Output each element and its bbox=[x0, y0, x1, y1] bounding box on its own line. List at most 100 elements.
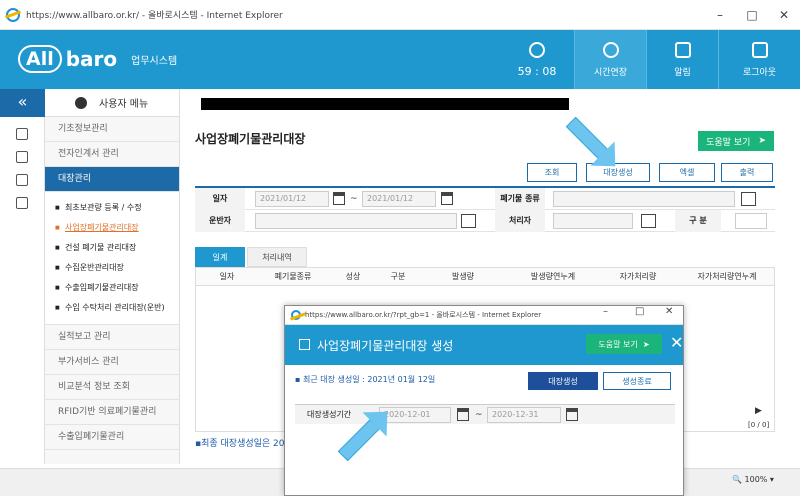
calendar-icon[interactable] bbox=[333, 192, 345, 205]
date-label: 일자 bbox=[195, 188, 245, 210]
zoom-level[interactable]: 🔍 100% ▾ bbox=[732, 475, 774, 484]
submenu-import-consignment[interactable]: 수입 수탁처리 관리대장(운반) bbox=[45, 298, 179, 318]
user-card-icon[interactable] bbox=[16, 128, 28, 140]
excel-button[interactable]: 엑셀 bbox=[659, 163, 715, 182]
popup-maximize-button[interactable]: □ bbox=[635, 306, 644, 317]
sidebar-item-ledger[interactable]: 대장관리 bbox=[45, 167, 179, 192]
submenu-site-waste-ledger[interactable]: 사업장폐기물관리대장 bbox=[45, 218, 179, 238]
column-header: 발생량 bbox=[451, 272, 475, 281]
help-label: 도움말 보기 bbox=[706, 137, 751, 148]
extend-time-label: 시간연장 bbox=[593, 67, 628, 78]
zoom-value: 100% bbox=[744, 475, 768, 484]
calendar-icon[interactable] bbox=[457, 408, 469, 421]
disk-icon[interactable] bbox=[16, 174, 28, 186]
sidebar-item-e-transfer[interactable]: 전자인계서 관리 bbox=[45, 142, 179, 167]
collapse-sidebar-button[interactable]: « bbox=[0, 89, 45, 117]
range-tilde: ~ bbox=[350, 194, 358, 204]
date-to-input[interactable]: 2021/01/12 bbox=[362, 191, 436, 207]
sidebar-item-rfid[interactable]: RFID기반 의료폐기물관리 bbox=[45, 400, 179, 425]
sidebar-icon-rail: « bbox=[0, 89, 45, 464]
user-menu-header: 사용자 메뉴 bbox=[45, 89, 179, 117]
search-popup-icon[interactable] bbox=[741, 192, 756, 206]
extend-time-button[interactable]: 시간연장 bbox=[574, 30, 646, 89]
ledger-submenu: 최초보관량 등록 / 수정 사업장폐기물관리대장 건설 폐기물 관리대장 수집운… bbox=[45, 192, 179, 325]
carrier-input[interactable] bbox=[255, 213, 457, 229]
alarm-button[interactable]: 알림 bbox=[646, 30, 718, 89]
popup-create-button[interactable]: 대장생성 bbox=[528, 372, 598, 390]
search-button[interactable]: 조회 bbox=[527, 163, 577, 182]
sidebar-item-performance[interactable]: 실적보고 관리 bbox=[45, 325, 179, 350]
folder-icon[interactable] bbox=[16, 197, 28, 209]
ie-icon bbox=[6, 7, 20, 22]
ie-icon bbox=[291, 310, 301, 320]
tab-history[interactable]: 처리내역 bbox=[247, 247, 307, 267]
sidebar-item-basic-info[interactable]: 기초정보관리 bbox=[45, 117, 179, 142]
popup-finish-button[interactable]: 생성종료 bbox=[603, 372, 671, 390]
brand-mark: All bbox=[18, 45, 62, 73]
user-menu-title: 사용자 메뉴 bbox=[99, 99, 149, 110]
sidebar-item-compare[interactable]: 비교분석 정보 조회 bbox=[45, 375, 179, 400]
logout-icon bbox=[751, 41, 768, 58]
calendar-icon[interactable] bbox=[441, 192, 453, 205]
column-header: 구분 bbox=[390, 272, 406, 281]
brand-word: baro bbox=[65, 47, 118, 71]
minimize-button[interactable]: – bbox=[704, 0, 736, 30]
maximize-button[interactable]: □ bbox=[736, 0, 768, 30]
print-button[interactable]: 출력 bbox=[721, 163, 773, 182]
popup-header: 사업장폐기물관리대장 생성 도움말 보기 ➤ ✕ bbox=[285, 325, 683, 365]
submenu-construction-waste[interactable]: 건설 폐기물 관리대장 bbox=[45, 238, 179, 258]
column-header: 자가처리량연누계 bbox=[697, 272, 757, 281]
phone-icon bbox=[674, 41, 691, 58]
page-title: 사업장폐기물관리대장 bbox=[195, 132, 306, 146]
column-header: 자가처리량 bbox=[619, 272, 657, 281]
menu-icon bbox=[75, 96, 87, 109]
logout-label: 로그아웃 bbox=[742, 67, 777, 78]
sidebar-menu: 사용자 메뉴 기초정보관리 전자인계서 관리 대장관리 최초보관량 등록 / 수… bbox=[45, 89, 180, 464]
help-button[interactable]: 도움말 보기 ➤ bbox=[698, 131, 774, 151]
record-count: [0 / 0] bbox=[748, 421, 770, 429]
guide-arrow bbox=[565, 116, 609, 160]
popup-browser-title: https://www.allbaro.or.kr/?rpt_gb=1 - 올바… bbox=[305, 311, 542, 319]
timer-value: 59 : 08 bbox=[517, 64, 557, 78]
cursor-icon: ➤ bbox=[642, 339, 650, 349]
column-header: 발생량연누계 bbox=[530, 272, 576, 281]
date-from-input[interactable]: 2021/01/12 bbox=[255, 191, 329, 207]
popup-close-icon[interactable]: ✕ bbox=[670, 333, 683, 352]
tab-daily[interactable]: 일계 bbox=[195, 247, 245, 267]
period-row: 대장생성기간 2020-12-01 ~ 2020-12-31 bbox=[295, 404, 675, 424]
clock-icon bbox=[602, 41, 619, 58]
column-header: 폐기물종류 bbox=[274, 272, 312, 281]
processor-input[interactable] bbox=[553, 213, 633, 229]
sidebar-item-import-export[interactable]: 수출입폐기물관리 bbox=[45, 425, 179, 450]
waste-type-label: 폐기물 종류 bbox=[495, 188, 545, 210]
logout-button[interactable]: 로그아웃 bbox=[718, 30, 800, 89]
search-form: 일자 2021/01/12 ~ 2021/01/12 폐기물 종류 운반자 처리… bbox=[195, 188, 775, 232]
range-tilde: ~ bbox=[475, 410, 483, 420]
brand-subtitle: 업무시스템 bbox=[131, 55, 178, 67]
submenu-initial-storage[interactable]: 최초보관량 등록 / 수정 bbox=[45, 198, 179, 218]
category-select[interactable] bbox=[735, 213, 767, 229]
brand-logo[interactable]: All baro 업무시스템 bbox=[18, 44, 177, 74]
waste-type-input[interactable] bbox=[553, 191, 735, 207]
sidebar-item-addon[interactable]: 부가서비스 관리 bbox=[45, 350, 179, 375]
last-created-notice: ▪최종 대장생성일은 202 bbox=[195, 439, 291, 449]
scroll-right-arrow[interactable]: ▶ bbox=[755, 406, 762, 416]
popup-minimize-button[interactable]: – bbox=[603, 306, 608, 317]
period-label: 대장생성기간 bbox=[307, 410, 352, 419]
column-header: 일자 bbox=[219, 272, 235, 281]
monitor-icon[interactable] bbox=[16, 151, 28, 163]
carrier-label: 운반자 bbox=[195, 210, 245, 232]
browser-title: https://www.allbaro.or.kr/ - 올바로시스템 - In… bbox=[26, 11, 283, 21]
period-to-input[interactable]: 2020-12-31 bbox=[487, 407, 561, 423]
popup-help-button[interactable]: 도움말 보기 ➤ bbox=[586, 334, 662, 354]
submenu-import-export[interactable]: 수출입폐기물관리대장 bbox=[45, 278, 179, 298]
category-label: 구 분 bbox=[675, 210, 721, 232]
search-popup-icon[interactable] bbox=[641, 214, 656, 228]
processor-label: 처리자 bbox=[495, 210, 545, 232]
calendar-icon[interactable] bbox=[566, 408, 578, 421]
recent-creation-date: ▪ 최근 대장 생성일 : 2021년 01월 12일 bbox=[295, 375, 436, 384]
submenu-collection-transport[interactable]: 수집운반관리대장 bbox=[45, 258, 179, 278]
popup-close-window-button[interactable]: ✕ bbox=[665, 306, 673, 317]
close-button[interactable]: ✕ bbox=[768, 0, 800, 30]
search-popup-icon[interactable] bbox=[461, 214, 476, 228]
